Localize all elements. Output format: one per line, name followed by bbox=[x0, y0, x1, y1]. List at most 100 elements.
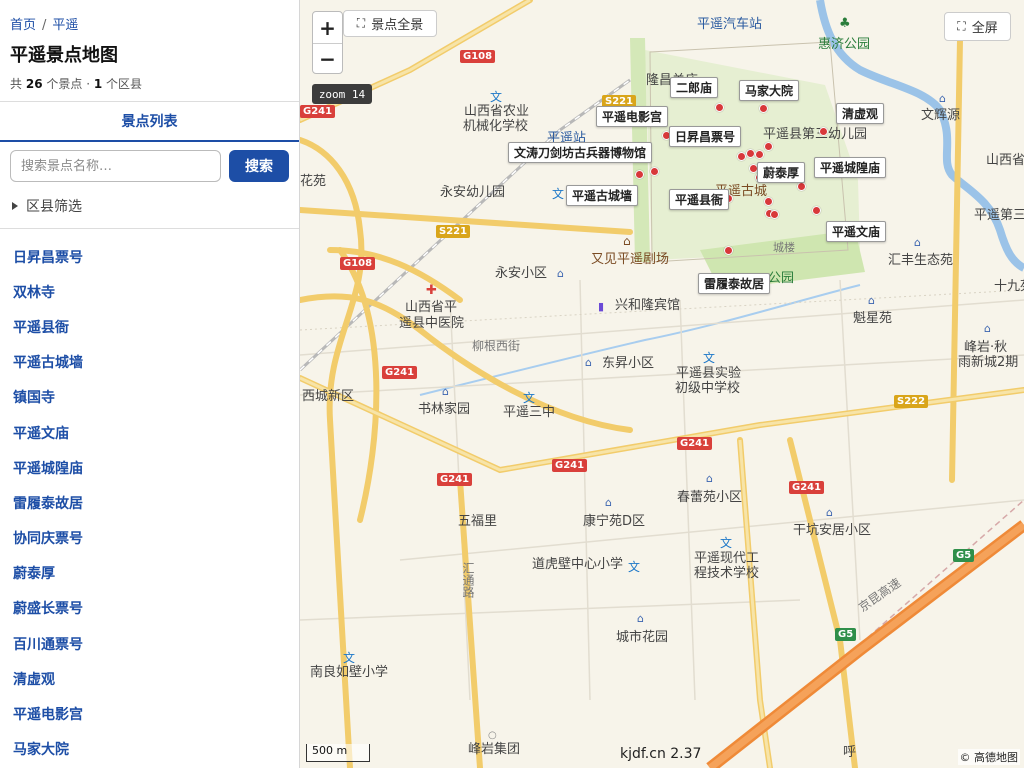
residential-icon: ⌂ bbox=[585, 356, 592, 369]
district-filter[interactable]: 区县筛选 bbox=[0, 182, 299, 229]
search-input[interactable] bbox=[10, 150, 221, 182]
spot-link[interactable]: 平遥电影宫 bbox=[13, 704, 83, 724]
map-label: 平遥三中 bbox=[503, 405, 556, 420]
attraction-marker[interactable] bbox=[755, 150, 764, 159]
attraction-label[interactable]: 日昇昌票号 bbox=[669, 126, 742, 147]
search-button[interactable]: 搜索 bbox=[229, 150, 289, 182]
map-label: 雨新城2期 bbox=[958, 355, 1019, 370]
map-label: 春蕾苑小区 bbox=[677, 490, 743, 505]
road-shield: G108 bbox=[460, 50, 496, 63]
attraction-marker[interactable] bbox=[650, 167, 659, 176]
residential-icon: ⌂ bbox=[868, 294, 875, 307]
fullscreen-button-label: 全屏 bbox=[971, 21, 998, 36]
attraction-label[interactable]: 清虚观 bbox=[836, 103, 885, 124]
spot-link[interactable]: 马家大院 bbox=[13, 739, 69, 759]
spot-link[interactable]: 平遥城隍庙 bbox=[13, 458, 83, 478]
map-label: 十九苑 bbox=[994, 279, 1024, 294]
attraction-label[interactable]: 平遥古城墙 bbox=[566, 185, 639, 206]
spot-link[interactable]: 清虚观 bbox=[13, 669, 55, 689]
area-count: 1 bbox=[93, 77, 103, 91]
attraction-marker[interactable] bbox=[759, 104, 768, 113]
scale-bar: 500 m bbox=[306, 744, 370, 762]
attraction-marker[interactable] bbox=[724, 246, 733, 255]
map-canvas[interactable]: + − ⛶ 景点全景 ⛶ 全屏 zoom 14 G108 G108 G241 G24… bbox=[300, 0, 1024, 768]
overview-button-label: 景点全景 bbox=[371, 18, 424, 33]
list-item: 平遥文庙 bbox=[0, 415, 299, 450]
school-icon: 文 bbox=[343, 651, 356, 665]
attraction-marker[interactable] bbox=[746, 149, 755, 158]
map-label: 南良如壁小学 bbox=[310, 665, 389, 680]
zoom-in-button[interactable]: + bbox=[313, 12, 342, 43]
list-item: 蔚盛长票号 bbox=[0, 591, 299, 626]
attraction-label[interactable]: 蔚泰厚 bbox=[757, 162, 806, 183]
residential-icon: ⌂ bbox=[706, 472, 713, 485]
sidebar: 首页 / 平遥 平遥景点地图 共 26 个景点 · 1 个区县 景点列表 搜索 区县… bbox=[0, 0, 300, 768]
tab-spot-list[interactable]: 景点列表 bbox=[122, 111, 178, 131]
breadcrumb-current-link[interactable]: 平遥 bbox=[52, 18, 78, 33]
map-label: 魁星苑 bbox=[853, 311, 893, 326]
school-icon: 文 bbox=[628, 560, 641, 574]
attraction-label[interactable]: 平遥城隍庙 bbox=[814, 157, 887, 178]
spot-link[interactable]: 日昇昌票号 bbox=[13, 247, 83, 267]
map-label: 峰岩集团 bbox=[468, 742, 521, 757]
attraction-label[interactable]: 二郎庙 bbox=[670, 77, 719, 98]
attraction-marker[interactable] bbox=[770, 210, 779, 219]
spot-link[interactable]: 平遥县衙 bbox=[13, 317, 69, 337]
attraction-marker[interactable] bbox=[819, 127, 828, 136]
attraction-marker[interactable] bbox=[764, 142, 773, 151]
attraction-marker[interactable] bbox=[812, 206, 821, 215]
search-row: 搜索 bbox=[0, 142, 299, 182]
attraction-label[interactable]: 平遥文庙 bbox=[826, 221, 887, 242]
list-item: 平遥古城墙 bbox=[0, 345, 299, 380]
attraction-marker[interactable] bbox=[737, 152, 746, 161]
sidebar-header: 首页 / 平遥 平遥景点地图 共 26 个景点 · 1 个区县 bbox=[0, 0, 299, 102]
zoom-out-button[interactable]: − bbox=[313, 43, 342, 74]
map-label: 平遥现代工 bbox=[694, 551, 760, 566]
list-item: 平遥电影宫 bbox=[0, 696, 299, 731]
spot-link[interactable]: 平遥古城墙 bbox=[13, 352, 83, 372]
spot-link[interactable]: 镇国寺 bbox=[13, 387, 55, 407]
map-label: 干坑安居小区 bbox=[793, 523, 872, 538]
spot-link[interactable]: 双林寺 bbox=[13, 282, 55, 302]
road-shield: G108 bbox=[340, 257, 376, 270]
attraction-label[interactable]: 平遥电影宫 bbox=[596, 106, 669, 127]
breadcrumb: 首页 / 平遥 bbox=[10, 14, 289, 33]
attraction-marker[interactable] bbox=[797, 182, 806, 191]
road-shield: G5 bbox=[953, 549, 975, 562]
map-label: 山西省平 bbox=[405, 300, 458, 315]
breadcrumb-home-link[interactable]: 首页 bbox=[10, 18, 36, 33]
map-label: 五福里 bbox=[458, 514, 498, 529]
attraction-label[interactable]: 马家大院 bbox=[739, 80, 800, 101]
map-label: 西城新区 bbox=[302, 389, 355, 404]
fullscreen-button[interactable]: ⛶ 全屏 bbox=[944, 12, 1011, 41]
list-item: 日昇昌票号 bbox=[0, 239, 299, 274]
spot-link[interactable]: 协同庆票号 bbox=[13, 528, 83, 548]
school-icon: 文 bbox=[720, 536, 733, 550]
map-label: 永安小区 bbox=[495, 266, 548, 281]
attraction-marker[interactable] bbox=[635, 170, 644, 179]
hotel-icon: ▮ bbox=[598, 300, 605, 313]
road-shield: G5 bbox=[835, 628, 857, 641]
spot-count: 26 bbox=[25, 77, 43, 91]
spot-link[interactable]: 雷履泰故居 bbox=[13, 493, 83, 513]
spot-link[interactable]: 蔚盛长票号 bbox=[13, 598, 83, 618]
attraction-label[interactable]: 雷履泰故居 bbox=[698, 273, 771, 294]
attraction-marker[interactable] bbox=[764, 197, 773, 206]
map-label: 平遥第三 bbox=[974, 208, 1024, 223]
attraction-marker[interactable] bbox=[715, 103, 724, 112]
road-shield: S222 bbox=[894, 395, 929, 408]
spot-link[interactable]: 百川通票号 bbox=[13, 634, 83, 654]
list-item: 镇国寺 bbox=[0, 380, 299, 415]
attraction-label[interactable]: 平遥县衙 bbox=[669, 189, 730, 210]
page-title: 平遥景点地图 bbox=[10, 45, 118, 66]
spot-link[interactable]: 平遥文庙 bbox=[13, 423, 69, 443]
residential-icon: ⌂ bbox=[914, 236, 921, 249]
attraction-label[interactable]: 文涛刀剑坊古兵器博物馆 bbox=[508, 142, 653, 163]
road-shield: G241 bbox=[677, 437, 713, 450]
tab-bar: 景点列表 bbox=[0, 102, 299, 142]
map-label: 山西省农业 bbox=[464, 104, 530, 119]
overview-button[interactable]: ⛶ 景点全景 bbox=[343, 10, 437, 37]
list-item: 协同庆票号 bbox=[0, 521, 299, 556]
map-label: 文辉源 bbox=[921, 108, 961, 123]
spot-link[interactable]: 蔚泰厚 bbox=[13, 563, 55, 583]
